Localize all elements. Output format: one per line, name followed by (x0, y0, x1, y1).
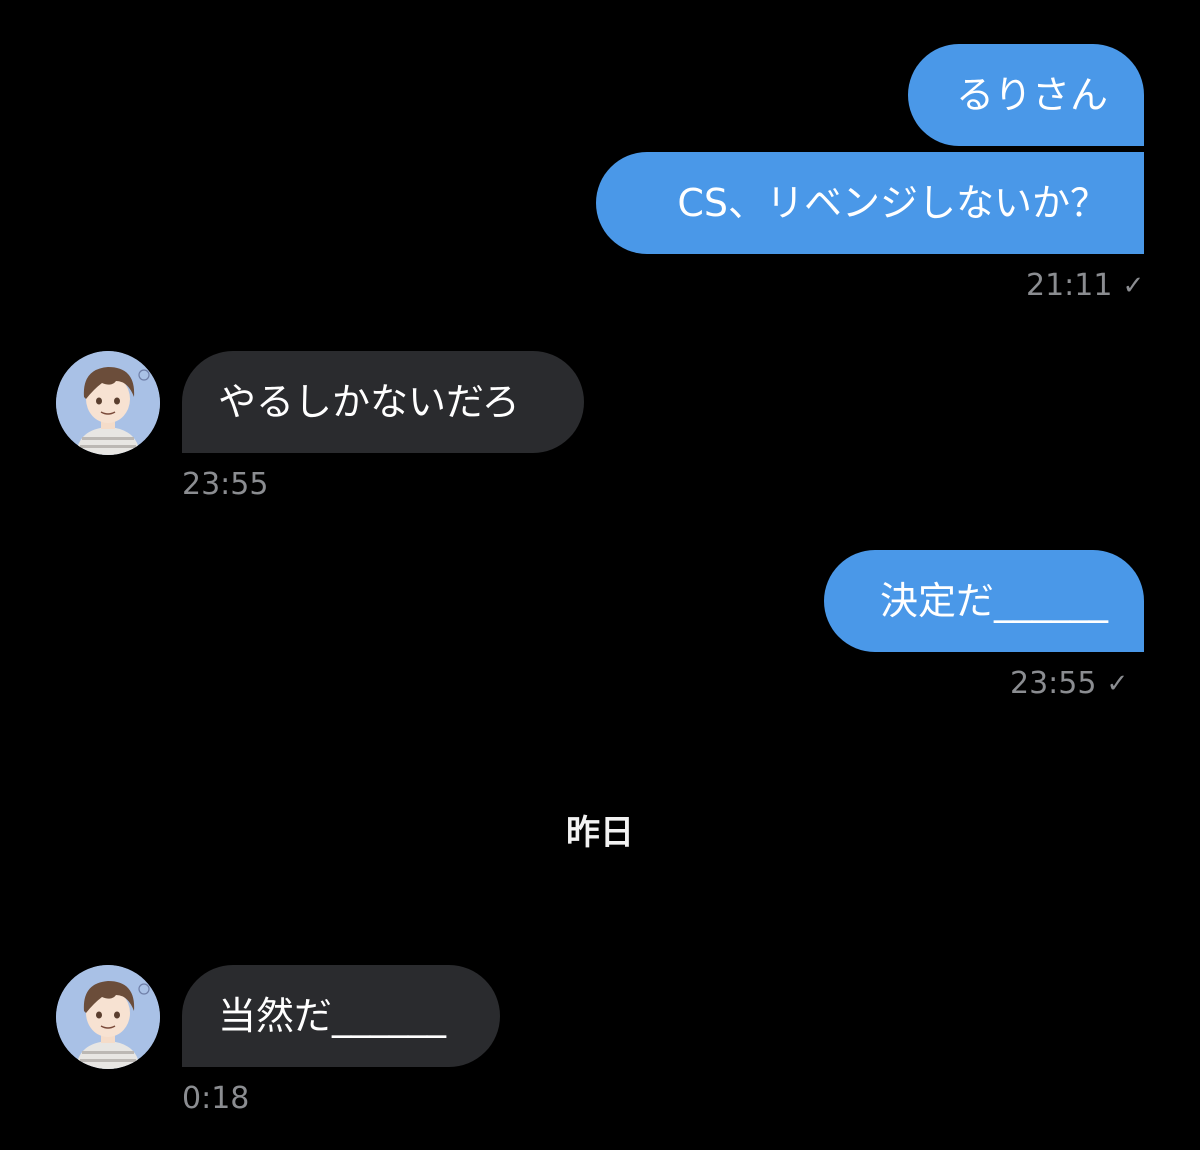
message-text: 決定だ______ (879, 579, 1108, 623)
timestamp-text: 23:55 (1010, 666, 1097, 701)
outgoing-message-bubble[interactable]: 決定だ______ (824, 550, 1144, 652)
incoming-message-bubble[interactable]: 当然だ______ (182, 965, 500, 1067)
outgoing-message-bubble[interactable]: るりさん (908, 44, 1144, 146)
date-divider: 昨日 (566, 813, 634, 853)
message-text: 当然だ______ (218, 994, 447, 1038)
contact-avatar[interactable] (56, 965, 160, 1069)
message-timestamp: 21:11 ✓ (1026, 271, 1144, 301)
timestamp-text: 0:18 (182, 1081, 250, 1116)
check-icon: ✓ (1106, 669, 1129, 699)
timestamp-text: 21:11 (1026, 268, 1113, 303)
message-timestamp: 23:55 ✓ (1010, 669, 1128, 699)
message-text: やるしかないだろ (218, 380, 520, 424)
check-icon: ✓ (1122, 271, 1145, 301)
message-text: CS、リベンジしないか？ (677, 181, 1108, 225)
message-text: るりさん (955, 73, 1108, 117)
contact-avatar[interactable] (56, 351, 160, 455)
outgoing-message-bubble[interactable]: CS、リベンジしないか？ (596, 152, 1144, 254)
timestamp-text: 23:55 (182, 467, 269, 502)
message-timestamp: 23:55 (182, 470, 268, 500)
incoming-message-bubble[interactable]: やるしかないだろ (182, 351, 584, 453)
message-timestamp: 0:18 (182, 1084, 249, 1114)
